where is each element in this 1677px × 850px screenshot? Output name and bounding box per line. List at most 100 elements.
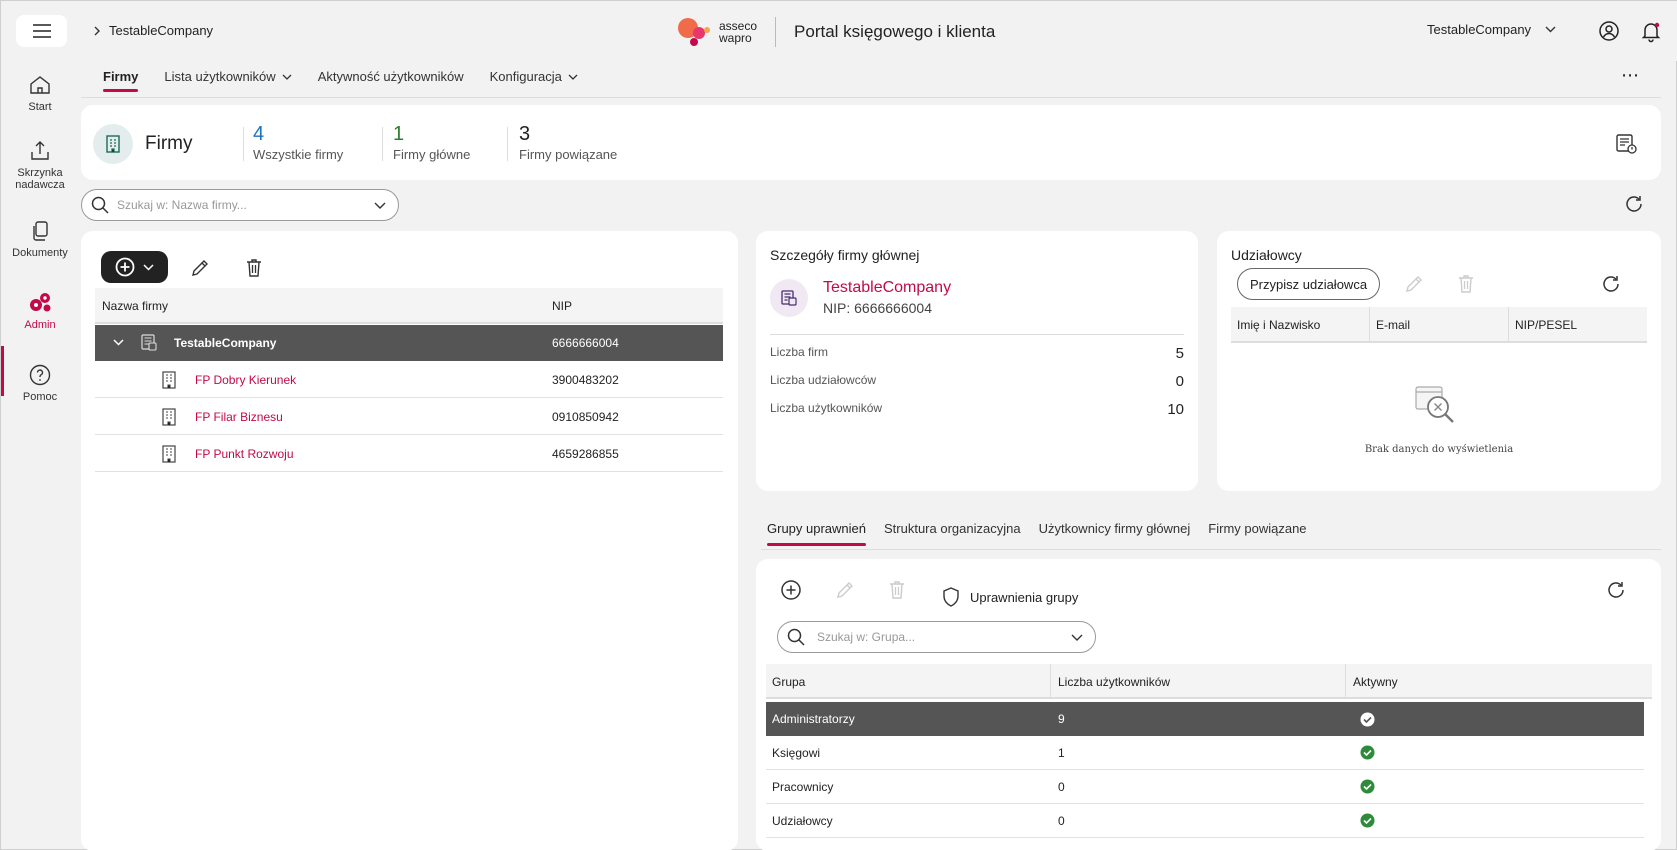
column-full-name[interactable]: Imię i Nazwisko <box>1237 318 1320 332</box>
more-options-icon[interactable]: ⋯ <box>1621 65 1640 86</box>
hamburger-menu-button[interactable] <box>16 15 67 47</box>
refresh-icon[interactable] <box>1623 193 1645 215</box>
table-row[interactable]: Pracownicy 0 <box>766 770 1644 804</box>
search-icon <box>787 628 805 646</box>
detail-label: Liczba użytkowników <box>770 401 883 415</box>
brand-logo: asseco wapro Portal księgowego i klienta <box>677 17 995 47</box>
column-nip-pesel[interactable]: NIP/PESEL <box>1515 318 1577 332</box>
nav-item-documents[interactable]: Dokumenty <box>1 219 79 259</box>
nav-item-help[interactable]: Pomoc <box>1 363 79 403</box>
company-name: TestableCompany <box>174 336 277 350</box>
permission-groups-panel: Uprawnienia grupy Grupa Liczba użytkowni… <box>756 559 1661 850</box>
group-search[interactable] <box>777 621 1096 653</box>
building-icon <box>93 124 133 164</box>
details-row-shareholders: Liczba udziałowców 0 <box>770 373 1184 390</box>
stat-divider <box>382 127 383 161</box>
column-email[interactable]: E-mail <box>1376 318 1410 332</box>
chevron-down-icon[interactable] <box>374 202 386 209</box>
chevron-down-icon[interactable] <box>1071 634 1083 641</box>
notifications-bell-icon[interactable] <box>1639 19 1663 43</box>
stat-main-companies[interactable]: 1 Firmy główne <box>393 123 470 162</box>
refresh-icon[interactable] <box>1600 273 1622 295</box>
search-icon <box>91 196 109 214</box>
side-navigation: Start Skrzynka nadawcza Dokumenty Admin … <box>1 61 79 850</box>
nav-label-documents: Dokumenty <box>12 247 68 259</box>
tab-related-companies[interactable]: Firmy powiązane <box>1208 521 1306 546</box>
details-divider <box>770 334 1184 335</box>
nav-item-outbox[interactable]: Skrzynka nadawcza <box>1 139 79 191</box>
group-search-input[interactable] <box>817 630 1071 644</box>
company-name-link[interactable]: FP Dobry Kierunek <box>195 373 296 387</box>
column-nip[interactable]: NIP <box>552 299 572 313</box>
check-circle-icon <box>1360 745 1375 760</box>
detail-value: 10 <box>1167 401 1184 418</box>
building-icon <box>162 445 176 463</box>
details-company-name[interactable]: TestableCompany <box>823 279 951 297</box>
table-row[interactable]: Administratorzy 9 <box>766 702 1644 736</box>
tab-users-label: Lista użytkowników <box>164 69 276 84</box>
tab-firmy[interactable]: Firmy <box>103 69 139 92</box>
column-company-name[interactable]: Nazwa firmy <box>102 299 168 313</box>
nav-item-start[interactable]: Start <box>1 73 79 113</box>
table-row[interactable]: TestableCompany 6666666004 <box>95 325 723 361</box>
column-group[interactable]: Grupa <box>772 675 805 689</box>
tab-main-company-users[interactable]: Użytkownicy firmy głównej <box>1039 521 1191 546</box>
chevron-down-icon <box>143 263 154 271</box>
company-select[interactable]: TestableCompany <box>1427 22 1556 37</box>
delete-trash-icon[interactable] <box>243 257 265 279</box>
column-active[interactable]: Aktywny <box>1353 675 1398 689</box>
column-divider <box>1508 307 1509 341</box>
no-data-search-icon <box>1415 386 1454 423</box>
help-icon <box>29 364 51 386</box>
company-name-link[interactable]: FP Punkt Rozwoju <box>195 447 294 461</box>
chevron-down-icon[interactable] <box>113 339 124 346</box>
top-bar: TestableCompany asseco wapro Portal księ… <box>1 1 1677 61</box>
outbox-icon <box>31 141 49 160</box>
company-nip: 0910850942 <box>552 410 619 424</box>
breadcrumb-company[interactable]: TestableCompany <box>109 23 213 38</box>
nav-item-admin[interactable]: Admin <box>1 291 79 331</box>
tab-users[interactable]: Lista użytkowników <box>164 69 292 92</box>
stat-related-companies[interactable]: 3 Firmy powiązane <box>519 123 617 162</box>
group-permissions-button[interactable]: Uprawnienia grupy <box>942 587 1078 607</box>
delete-trash-icon <box>890 581 904 599</box>
tab-permission-groups[interactable]: Grupy uprawnień <box>767 521 866 546</box>
user-account-icon[interactable] <box>1597 19 1621 43</box>
company-search[interactable] <box>81 189 399 221</box>
stat-main-label: Firmy główne <box>393 147 471 162</box>
table-row[interactable]: Księgowi 1 <box>766 736 1644 770</box>
delete-trash-icon <box>1459 275 1473 293</box>
company-nip: 6666666004 <box>552 336 619 350</box>
table-row[interactable]: FP Dobry Kierunek 3900483202 <box>95 362 723 398</box>
stat-all-companies[interactable]: 4 Wszystkie firmy <box>253 123 343 162</box>
table-row[interactable]: FP Filar Biznesu 0910850942 <box>95 399 723 435</box>
stat-all-label: Wszystkie firmy <box>253 147 344 162</box>
column-divider <box>1050 664 1051 697</box>
stat-all-value: 4 <box>253 123 265 145</box>
edit-pencil-icon[interactable] <box>189 257 211 279</box>
tab-config[interactable]: Konfiguracja <box>490 69 578 92</box>
add-company-button[interactable] <box>101 251 168 283</box>
details-company-nip: NIP: 6666666004 <box>823 300 932 316</box>
table-row[interactable]: Udziałowcy 0 <box>766 804 1644 838</box>
logo-text: asseco wapro <box>719 20 757 44</box>
group-name: Udziałowcy <box>772 814 833 828</box>
refresh-icon[interactable] <box>1605 579 1627 601</box>
check-circle-icon <box>1360 779 1375 794</box>
column-user-count[interactable]: Liczba użytkowników <box>1058 675 1170 689</box>
table-row[interactable]: FP Punkt Rozwoju 4659286855 <box>95 436 723 472</box>
report-icon[interactable] <box>1615 133 1637 155</box>
home-icon <box>30 76 50 94</box>
edit-pencil-icon <box>837 582 853 598</box>
tab-org-structure[interactable]: Struktura organizacyjna <box>884 521 1021 546</box>
company-search-input[interactable] <box>117 198 374 212</box>
nav-label-outbox: Skrzynka nadawcza <box>15 167 65 191</box>
group-name: Pracownicy <box>772 780 834 794</box>
assign-shareholder-button[interactable]: Przypisz udziałowca <box>1237 268 1381 300</box>
details-row-companies: Liczba firm 5 <box>770 345 1184 362</box>
company-name-link[interactable]: FP Filar Biznesu <box>195 410 283 424</box>
add-circle-icon[interactable] <box>780 579 802 601</box>
gears-icon <box>30 293 51 312</box>
tab-activity[interactable]: Aktywność użytkowników <box>318 69 464 92</box>
nav-label-admin: Admin <box>24 319 56 331</box>
